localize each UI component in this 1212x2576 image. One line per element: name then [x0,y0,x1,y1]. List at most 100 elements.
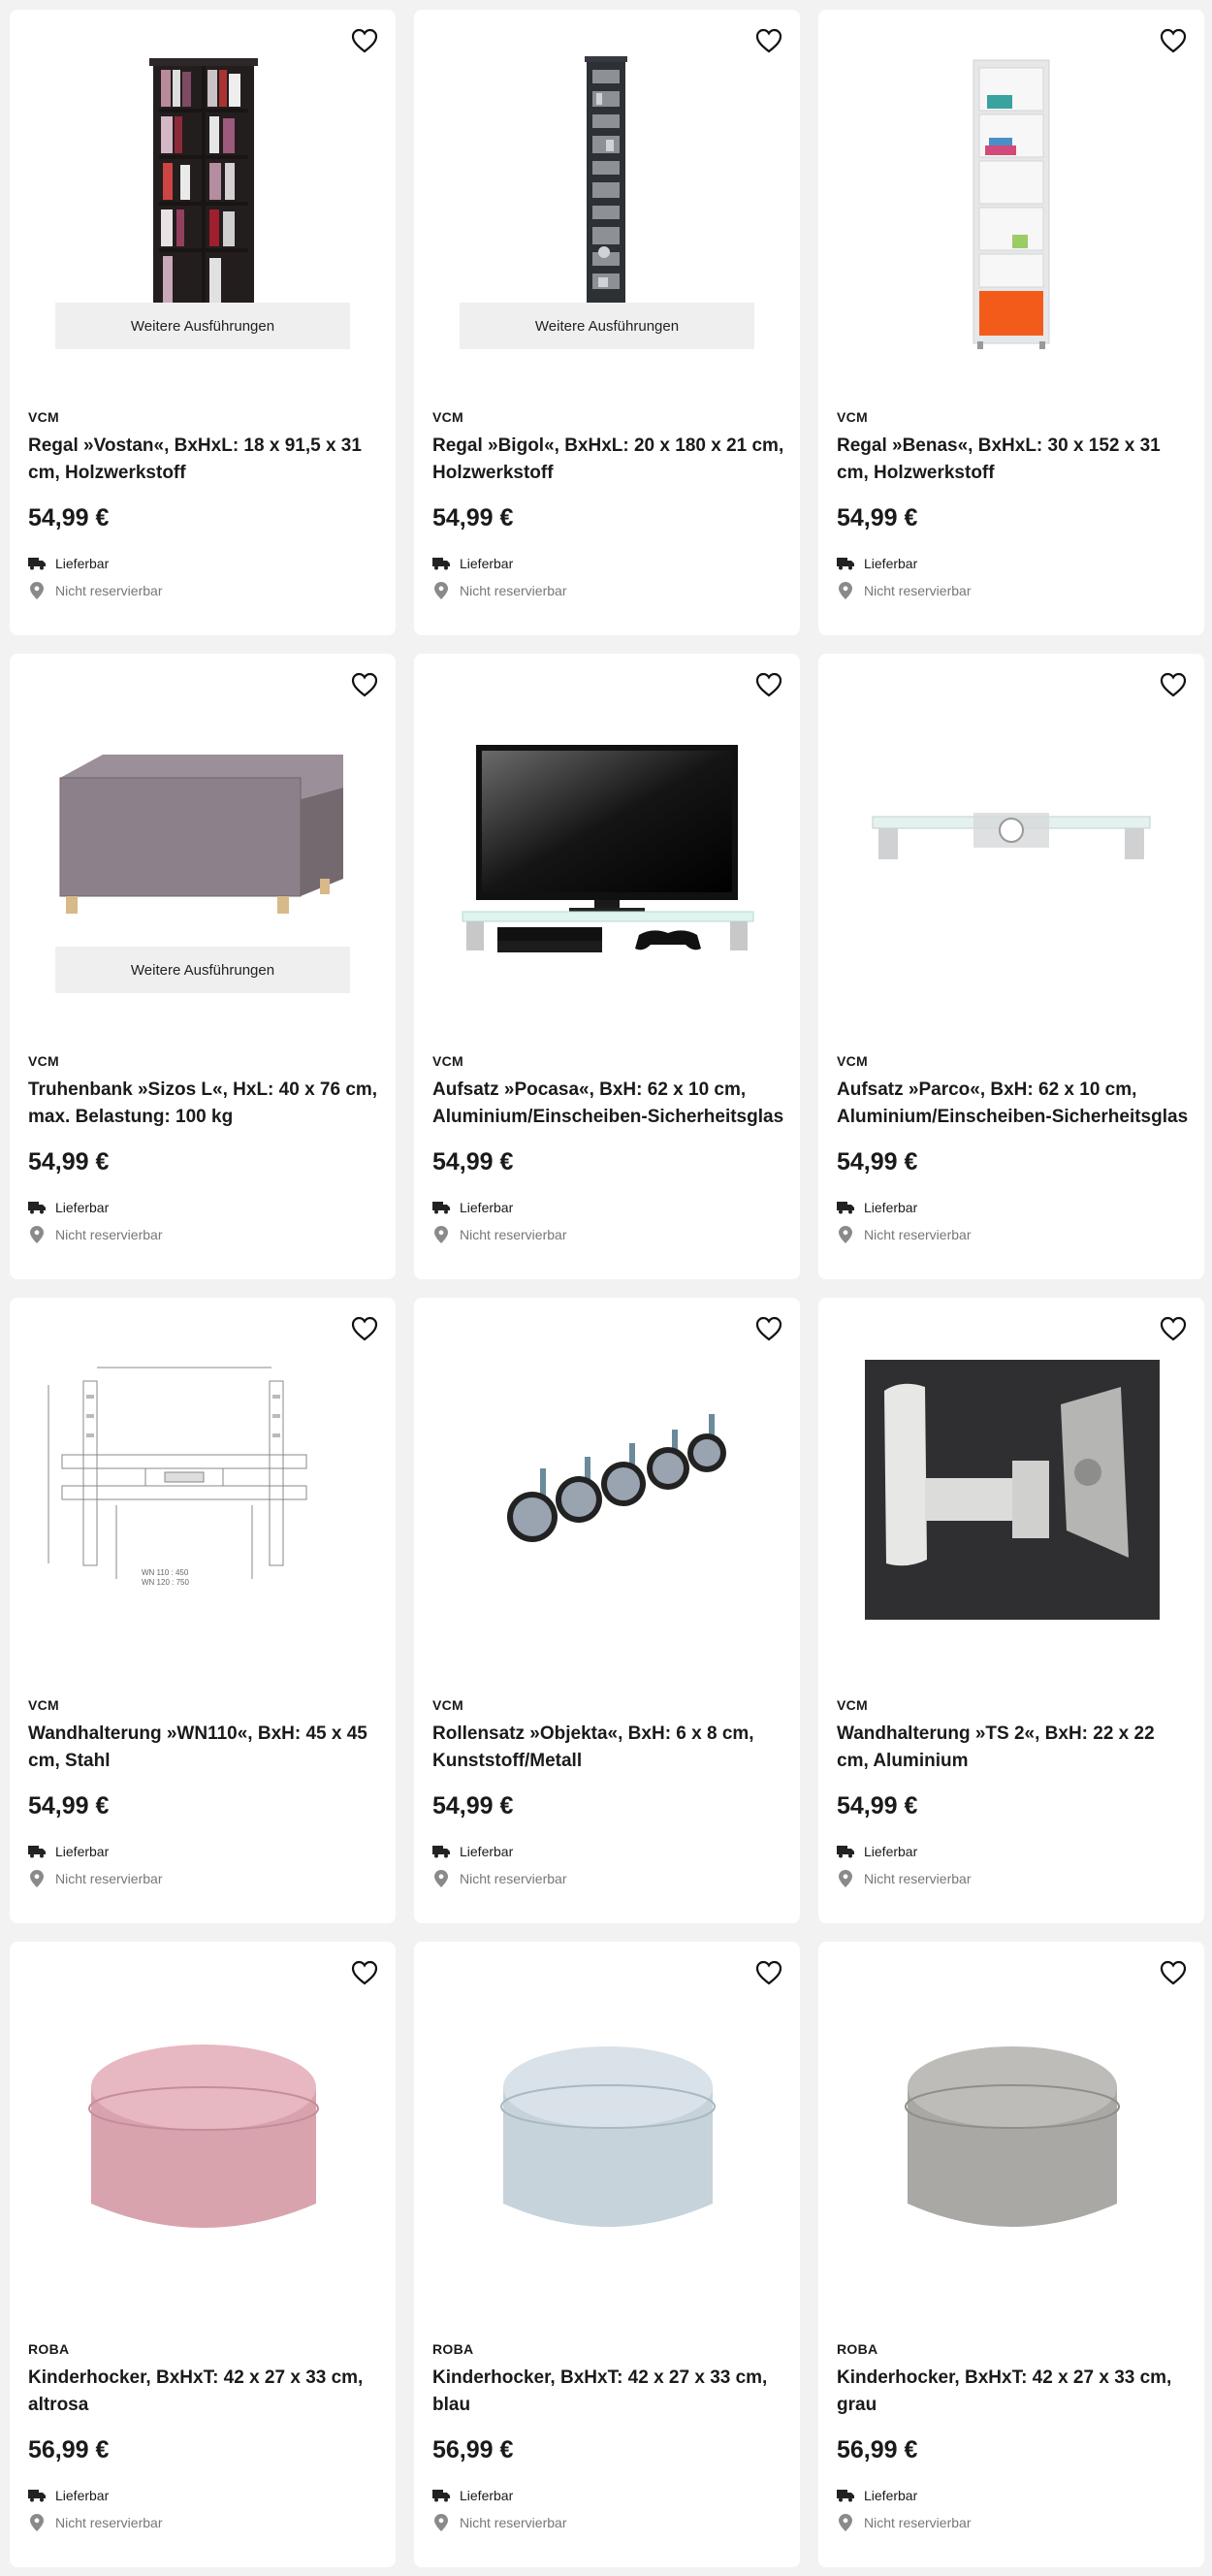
product-brand: VCM [837,1053,869,1069]
reserve-label: Nicht reservierbar [55,583,163,598]
wishlist-heart-icon[interactable] [753,669,784,700]
product-title[interactable]: Rollensatz »Objekta«, BxH: 6 x 8 cm, Kun… [432,1721,784,1775]
product-title[interactable]: Aufsatz »Parco«, BxH: 62 x 10 cm, Alumin… [837,1077,1189,1131]
product-brand: VCM [837,1697,869,1713]
product-price: 54,99 € [432,1792,514,1819]
product-info: VCM Rollensatz »Objekta«, BxH: 6 x 8 cm,… [432,1697,784,1892]
reserve-label: Nicht reservierbar [460,2515,567,2530]
delivery-status: Lieferbar [28,1838,380,1865]
product-price: 54,99 € [28,1792,110,1819]
delivery-label: Lieferbar [460,1200,514,1215]
product-info: ROBA Kinderhocker, BxHxT: 42 x 27 x 33 c… [28,2341,380,2536]
delivery-label: Lieferbar [55,556,110,571]
truck-icon [28,1199,46,1216]
wishlist-heart-icon[interactable] [349,1313,380,1344]
delivery-status: Lieferbar [28,550,380,577]
delivery-label: Lieferbar [55,1844,110,1859]
product-card[interactable]: VCM Regal »Benas«, BxHxL: 30 x 152 x 31 … [818,10,1204,635]
reserve-status: Nicht reservierbar [432,2509,784,2536]
reserve-status: Nicht reservierbar [837,1865,1189,1892]
wishlist-heart-icon[interactable] [349,1957,380,1988]
product-image[interactable] [818,654,1204,1022]
product-image[interactable]: WN 110 : 450 WN 120 : 750 [10,1298,396,1666]
product-card[interactable]: Weitere Ausführungen VCM Truhenbank »Siz… [10,654,396,1279]
more-variants-button[interactable]: Weitere Ausführungen [55,947,350,993]
product-title[interactable]: Regal »Benas«, BxHxL: 30 x 152 x 31 cm, … [837,433,1189,487]
truck-icon [28,555,46,572]
product-image[interactable] [414,654,800,1022]
product-brand: VCM [837,409,869,425]
product-brand: VCM [432,409,464,425]
delivery-status: Lieferbar [837,2482,1189,2509]
product-price: 54,99 € [837,1148,918,1175]
product-image[interactable] [414,1298,800,1666]
availability: Lieferbar Nicht reservierbar [28,1194,380,1248]
delivery-status: Lieferbar [837,1838,1189,1865]
product-brand: VCM [432,1697,464,1713]
product-title[interactable]: Regal »Bigol«, BxHxL: 20 x 180 x 21 cm, … [432,433,784,487]
truck-icon [432,555,450,572]
product-price: 54,99 € [432,1148,514,1175]
wishlist-heart-icon[interactable] [1158,25,1189,56]
product-info: VCM Regal »Bigol«, BxHxL: 20 x 180 x 21 … [432,409,784,604]
wall-mount-label-b: WN 120 : 750 [142,1578,189,1587]
availability: Lieferbar Nicht reservierbar [432,1838,784,1892]
wishlist-heart-icon[interactable] [753,1957,784,1988]
product-info: VCM Regal »Benas«, BxHxL: 30 x 152 x 31 … [837,409,1189,604]
product-title[interactable]: Wandhalterung »TS 2«, BxH: 22 x 22 cm, A… [837,1721,1189,1775]
product-card[interactable]: Weitere Ausführungen VCM Regal »Vostan«,… [10,10,396,635]
wishlist-heart-icon[interactable] [349,25,380,56]
truck-icon [28,1843,46,1860]
product-title[interactable]: Wandhalterung »WN110«, BxH: 45 x 45 cm, … [28,1721,380,1775]
wishlist-heart-icon[interactable] [753,25,784,56]
product-title[interactable]: Kinderhocker, BxHxT: 42 x 27 x 33 cm, gr… [837,2365,1189,2419]
product-card[interactable]: Weitere Ausführungen VCM Regal »Bigol«, … [414,10,800,635]
product-title[interactable]: Aufsatz »Pocasa«, BxH: 62 x 10 cm, Alumi… [432,1077,784,1131]
delivery-label: Lieferbar [55,1200,110,1215]
wishlist-heart-icon[interactable] [349,669,380,700]
product-image[interactable] [414,1942,800,2310]
delivery-status: Lieferbar [28,2482,380,2509]
product-brand: VCM [28,1697,60,1713]
reserve-status: Nicht reservierbar [432,1865,784,1892]
wishlist-heart-icon[interactable] [1158,1313,1189,1344]
product-card[interactable]: VCM Aufsatz »Parco«, BxH: 62 x 10 cm, Al… [818,654,1204,1279]
product-card[interactable]: ROBA Kinderhocker, BxHxT: 42 x 27 x 33 c… [10,1942,396,2567]
product-image[interactable] [818,1298,1204,1666]
reserve-label: Nicht reservierbar [460,1227,567,1242]
delivery-label: Lieferbar [460,2488,514,2503]
more-variants-button[interactable]: Weitere Ausführungen [460,303,754,349]
product-image[interactable] [10,1942,396,2310]
product-card[interactable]: ROBA Kinderhocker, BxHxT: 42 x 27 x 33 c… [818,1942,1204,2567]
product-title[interactable]: Truhenbank »Sizos L«, HxL: 40 x 76 cm, m… [28,1077,380,1131]
wishlist-heart-icon[interactable] [1158,1957,1189,1988]
product-image[interactable] [818,10,1204,378]
availability: Lieferbar Nicht reservierbar [432,550,784,604]
location-pin-icon [28,1226,46,1243]
product-title[interactable]: Kinderhocker, BxHxT: 42 x 27 x 33 cm, bl… [432,2365,784,2419]
product-card[interactable]: VCM Aufsatz »Pocasa«, BxH: 62 x 10 cm, A… [414,654,800,1279]
product-title[interactable]: Kinderhocker, BxHxT: 42 x 27 x 33 cm, al… [28,2365,380,2419]
reserve-label: Nicht reservierbar [864,1227,972,1242]
product-brand: ROBA [432,2341,474,2357]
product-card[interactable]: VCM Rollensatz »Objekta«, BxH: 6 x 8 cm,… [414,1298,800,1923]
wishlist-heart-icon[interactable] [1158,669,1189,700]
product-info: VCM Aufsatz »Pocasa«, BxH: 62 x 10 cm, A… [432,1053,784,1248]
truck-icon [28,2487,46,2504]
wishlist-heart-icon[interactable] [753,1313,784,1344]
product-card[interactable]: WN 110 : 450 WN 120 : 750 VCM Wandhalter… [10,1298,396,1923]
location-pin-icon [28,1870,46,1887]
location-pin-icon [432,1870,450,1887]
product-info: ROBA Kinderhocker, BxHxT: 42 x 27 x 33 c… [837,2341,1189,2536]
reserve-label: Nicht reservierbar [55,2515,163,2530]
location-pin-icon [28,582,46,599]
truck-icon [837,555,854,572]
product-card[interactable]: VCM Wandhalterung »TS 2«, BxH: 22 x 22 c… [818,1298,1204,1923]
product-title[interactable]: Regal »Vostan«, BxHxL: 18 x 91,5 x 31 cm… [28,433,380,487]
product-card[interactable]: ROBA Kinderhocker, BxHxT: 42 x 27 x 33 c… [414,1942,800,2567]
product-price: 54,99 € [432,504,514,531]
reserve-status: Nicht reservierbar [837,2509,1189,2536]
more-variants-button[interactable]: Weitere Ausführungen [55,303,350,349]
location-pin-icon [837,582,854,599]
product-image[interactable] [818,1942,1204,2310]
